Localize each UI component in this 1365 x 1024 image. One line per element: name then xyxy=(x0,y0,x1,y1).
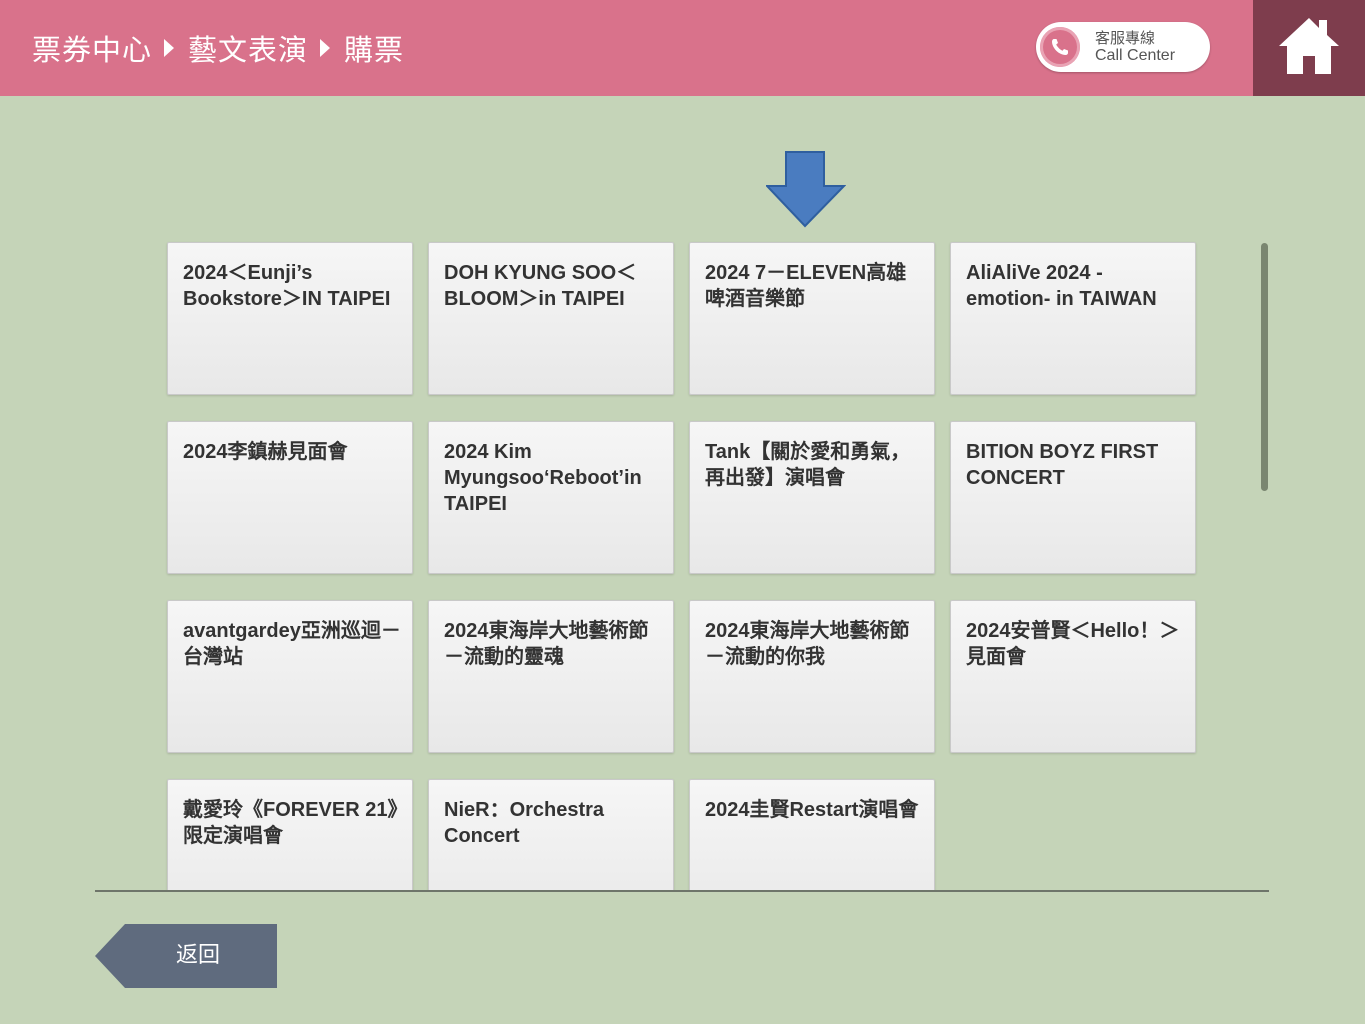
event-card[interactable]: 2024 7－ELEVEN高雄啤酒音樂節 xyxy=(689,242,935,395)
breadcrumb-item-ticket-center[interactable]: 票券中心 xyxy=(32,27,152,69)
breadcrumb-item-buy-ticket: 購票 xyxy=(344,33,405,67)
breadcrumb-item-performances[interactable]: 藝文表演 xyxy=(188,27,308,69)
home-icon xyxy=(1279,18,1339,74)
event-card[interactable]: 2024李鎮赫見面會 xyxy=(167,421,413,574)
top-bar: 票券中心 藝文表演 購票 客服專線 Call Center xyxy=(0,0,1253,96)
event-card[interactable]: avantgardey亞洲巡迴－台灣站 xyxy=(167,600,413,753)
breadcrumb: 票券中心 藝文表演 購票 xyxy=(32,28,404,68)
call-center-button[interactable]: 客服專線 Call Center xyxy=(1036,22,1210,72)
event-card[interactable]: 2024東海岸大地藝術節－流動的你我 xyxy=(689,600,935,753)
event-card[interactable]: 戴愛玲《FOREVER 21》限定演唱會 xyxy=(167,779,413,891)
breadcrumb-separator-icon xyxy=(320,39,331,57)
call-center-label-zh: 客服專線 xyxy=(1095,29,1156,47)
back-button-label: 返回 xyxy=(175,943,220,968)
event-card[interactable]: DOH KYUNG SOO＜BLOOM＞in TAIPEI xyxy=(428,242,674,395)
event-card[interactable]: Tank【關於愛和勇氣，再出發】演唱會 xyxy=(689,421,935,574)
scroll-down-arrow-icon[interactable] xyxy=(766,150,846,228)
event-list[interactable]: 2024＜Eunji’s Bookstore＞IN TAIPEI DOH KYUN… xyxy=(160,236,1210,891)
home-button[interactable] xyxy=(1253,0,1365,96)
event-card[interactable]: 2024圭賢Restart演唱會 xyxy=(689,779,935,891)
phone-icon xyxy=(1040,27,1080,67)
event-card[interactable]: 2024東海岸大地藝術節－流動的靈魂 xyxy=(428,600,674,753)
back-button[interactable]: 返回 xyxy=(95,924,277,988)
scrollbar-thumb[interactable] xyxy=(1261,243,1268,491)
call-center-label-en: Call Center xyxy=(1095,47,1176,64)
event-card[interactable]: 2024 Kim Myungsoo‘Reboot’in TAIPEI xyxy=(428,421,674,574)
event-grid: 2024＜Eunji’s Bookstore＞IN TAIPEI DOH KYUN… xyxy=(167,242,1196,891)
event-card[interactable]: BITION BOYZ FIRST CONCERT xyxy=(950,421,1196,574)
divider xyxy=(95,890,1269,892)
event-card[interactable]: 2024＜Eunji’s Bookstore＞IN TAIPEI xyxy=(167,242,413,395)
event-card[interactable]: AliAliVe 2024 -emotion- in TAIWAN xyxy=(950,242,1196,395)
event-card[interactable]: NieR：Orchestra Concert xyxy=(428,779,674,891)
event-card[interactable]: 2024安普賢＜Hello！＞見面會 xyxy=(950,600,1196,753)
breadcrumb-separator-icon xyxy=(164,39,175,57)
